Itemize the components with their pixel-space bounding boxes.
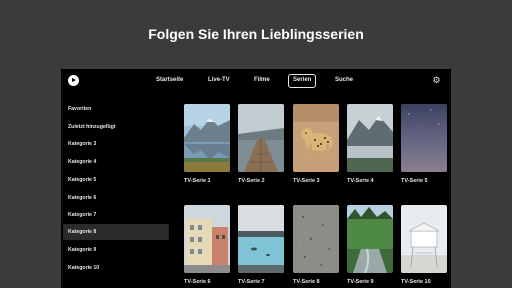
series-title: TV-Serie 10 (401, 279, 431, 285)
misty-mountains-thumbnail (347, 104, 393, 172)
series-card-6[interactable]: TV-Serie 6 (184, 205, 230, 285)
sidebar-item-zuletzt[interactable]: Zuletzt hinzugefügt (63, 119, 169, 135)
sidebar-item-kategorie-10[interactable]: Kategorie 10 (63, 260, 169, 276)
boardwalk-thumbnail (238, 104, 284, 172)
sidebar-item-kategorie-8[interactable]: Kategorie 8 (63, 224, 169, 240)
series-title: TV-Serie 7 (238, 279, 265, 285)
series-title: TV-Serie 8 (293, 279, 320, 285)
series-title: TV-Serie 1 (184, 178, 211, 184)
series-card-7[interactable]: TV-Serie 7 (238, 205, 284, 285)
series-card-8[interactable]: TV-Serie 8 (293, 205, 339, 285)
series-title: TV-Serie 3 (293, 178, 320, 184)
forest-river-thumbnail (347, 205, 393, 273)
sidebar-item-kategorie-9[interactable]: Kategorie 9 (63, 242, 169, 258)
tv-screen: Startseite Live-TV Filme Serien Suche ⚙ … (61, 69, 451, 288)
sidebar-item-kategorie-5[interactable]: Kategorie 5 (63, 172, 169, 188)
series-title: TV-Serie 4 (347, 178, 374, 184)
lifeguard-tower-thumbnail (401, 205, 447, 273)
nav-live-tv[interactable]: Live-TV (204, 74, 234, 88)
hot-spring-thumbnail (238, 205, 284, 273)
gear-icon[interactable]: ⚙ (432, 76, 441, 85)
page-headline: Folgen Sie Ihren Lieblingsserien (148, 26, 364, 42)
nav-suche[interactable]: Suche (331, 74, 357, 88)
sidebar-item-kategorie-4[interactable]: Kategorie 4 (63, 154, 169, 170)
sidebar-item-kategorie-3[interactable]: Kategorie 3 (63, 136, 169, 152)
series-card-1[interactable]: TV-Serie 1 (184, 104, 230, 184)
series-card-3[interactable]: TV-Serie 3 (293, 104, 339, 184)
mountain-lake-thumbnail (184, 104, 230, 172)
series-card-9[interactable]: TV-Serie 9 (347, 205, 393, 285)
series-title: TV-Serie 2 (238, 178, 265, 184)
nav-startseite[interactable]: Startseite (152, 74, 187, 88)
series-card-5[interactable]: TV-Serie 5 (401, 104, 447, 184)
series-card-4[interactable]: TV-Serie 4 (347, 104, 393, 184)
leopard-thumbnail (293, 104, 339, 172)
series-title: TV-Serie 6 (184, 279, 211, 285)
sidebar-item-kategorie-6[interactable]: Kategorie 6 (63, 190, 169, 206)
series-card-10[interactable]: TV-Serie 10 (401, 205, 447, 285)
sand-thumbnail (293, 205, 339, 273)
top-navigation: Startseite Live-TV Filme Serien Suche ⚙ (61, 69, 451, 93)
sidebar-item-kategorie-7[interactable]: Kategorie 7 (63, 207, 169, 223)
series-card-2[interactable]: TV-Serie 2 (238, 104, 284, 184)
series-title: TV-Serie 5 (401, 178, 428, 184)
houses-thumbnail (184, 205, 230, 273)
play-logo-icon[interactable] (68, 75, 79, 86)
series-title: TV-Serie 9 (347, 279, 374, 285)
nav-filme[interactable]: Filme (250, 74, 274, 88)
sidebar-item-favoriten[interactable]: Favoriten (63, 101, 169, 117)
nav-serien[interactable]: Serien (288, 74, 317, 88)
night-sky-thumbnail (401, 104, 447, 172)
